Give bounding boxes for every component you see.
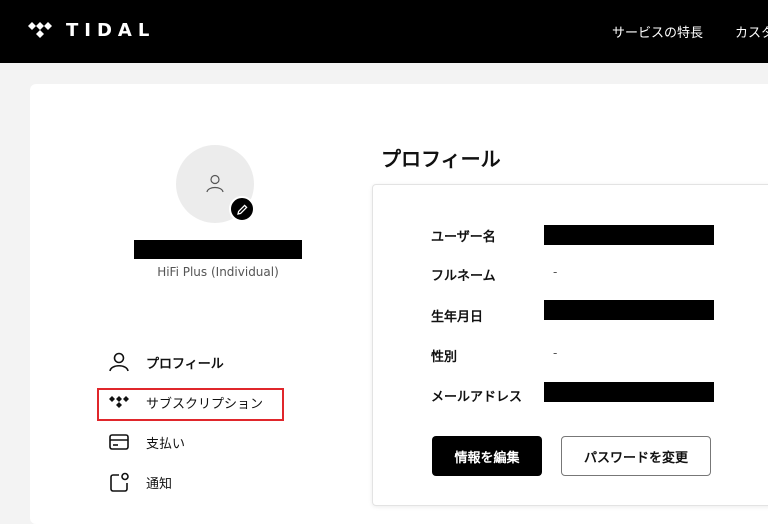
nav-features-link[interactable]: サービスの特長 — [612, 22, 703, 41]
subscription-plan: HiFi Plus (Individual) — [157, 265, 279, 279]
nav-custom-link[interactable]: カスタ — [735, 22, 768, 41]
birthdate-label: 生年月日 — [431, 310, 484, 325]
page-title: プロフィール — [381, 147, 501, 171]
tidal-logo-icon — [28, 21, 52, 38]
edit-avatar-button[interactable] — [229, 196, 255, 222]
edit-info-button[interactable]: 情報を編集 — [432, 436, 542, 476]
redacted-email-value — [544, 382, 714, 402]
sidebar-item-label: 支払い — [146, 437, 186, 452]
user-icon — [109, 352, 129, 372]
email-label: メールアドレス — [431, 390, 523, 405]
subscription-highlight-box — [97, 388, 284, 421]
gender-value: - — [553, 346, 558, 360]
fullname-value: - — [553, 265, 558, 279]
sidebar-item-label: プロフィール — [146, 357, 224, 372]
notification-icon — [110, 472, 129, 492]
credit-card-icon — [109, 434, 129, 450]
sidebar-item-label: 通知 — [146, 477, 173, 492]
gender-label: 性別 — [431, 350, 458, 365]
change-password-button[interactable]: パスワードを変更 — [561, 436, 711, 476]
redacted-birthdate-value — [544, 300, 714, 320]
pencil-icon — [237, 204, 248, 215]
fullname-label: フルネーム — [431, 269, 496, 284]
top-navigation-bar: TIDAL サービスの特長 カスタ — [0, 0, 768, 63]
redacted-username-value — [544, 225, 714, 245]
sidebar-item-profile[interactable]: プロフィール — [108, 347, 283, 377]
user-icon — [206, 174, 224, 193]
tidal-logo[interactable]: TIDAL — [28, 20, 155, 41]
brand-name: TIDAL — [66, 20, 156, 41]
username-label: ユーザー名 — [431, 230, 496, 245]
redacted-username — [134, 240, 302, 259]
sidebar-item-payment[interactable]: 支払い — [108, 427, 283, 457]
